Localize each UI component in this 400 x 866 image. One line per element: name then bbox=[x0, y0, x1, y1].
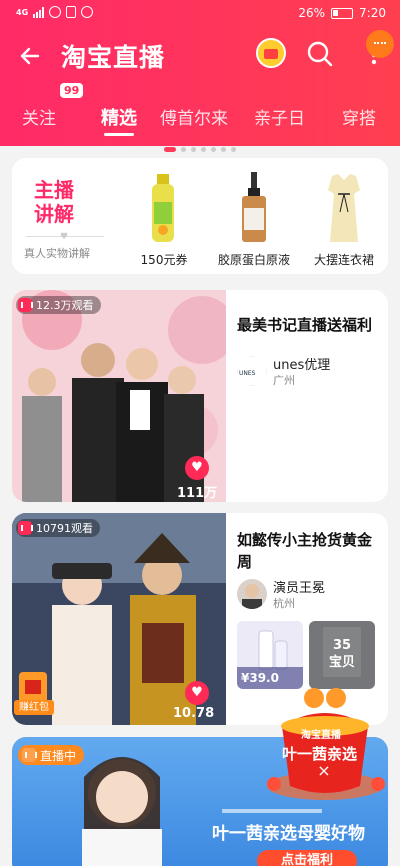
heart-icon: ♥ bbox=[60, 232, 69, 242]
title-bar: 淘宝直播 bbox=[0, 32, 400, 78]
tab-follow[interactable]: 关注 bbox=[22, 104, 56, 129]
heart-icon[interactable]: ♥ bbox=[185, 681, 209, 705]
live-status-badge: 直播中 bbox=[18, 745, 85, 765]
alarm-icon bbox=[49, 6, 62, 18]
anchor-explain-subtitle: 真人实物讲解 bbox=[24, 247, 90, 260]
live-cover: 12.3万观看 ♥ 111万 bbox=[12, 290, 226, 502]
host-name: 演员王冕 bbox=[273, 581, 326, 596]
channel-tabs: 关注 精选 傅首尔来 亲子日 穿搭 bbox=[0, 96, 400, 136]
product-label: 150元券 bbox=[140, 253, 188, 267]
live-card[interactable]: 12.3万观看 ♥ 111万 最美书记直播送福利 UNES unes优理 广州 bbox=[12, 290, 388, 502]
anchor-explain-title: 主播讲解 bbox=[34, 178, 78, 226]
more-goods-count: 35 bbox=[332, 638, 352, 653]
serum-bottle-image bbox=[242, 172, 266, 242]
floating-assist-icon[interactable] bbox=[366, 30, 394, 58]
floating-ad[interactable]: 淘宝直播 叶一茜亲选 × bbox=[260, 676, 390, 806]
network-label: 4G bbox=[16, 7, 29, 17]
live-status-text: 直播中 bbox=[40, 748, 77, 763]
tab-parenting-day[interactable]: 亲子日 bbox=[254, 104, 305, 129]
status-bar: 4G 26% 7:20 bbox=[0, 0, 400, 28]
host-location: 杭州 bbox=[273, 597, 295, 610]
floating-ad-image bbox=[267, 688, 385, 800]
live-icon bbox=[18, 521, 33, 535]
tab-outfits[interactable]: 穿搭 bbox=[342, 104, 376, 129]
avatar[interactable] bbox=[237, 579, 267, 609]
soap-bottle-image bbox=[152, 174, 174, 242]
like-count: 111万 bbox=[177, 486, 218, 501]
host-location: 广州 bbox=[273, 374, 295, 387]
svg-text:UNES: UNES bbox=[239, 370, 256, 377]
avatar[interactable]: UNES bbox=[237, 356, 267, 386]
live-cover: 10791观看 赚红包 ♥ 10.78万 bbox=[12, 513, 226, 725]
live-icon bbox=[18, 298, 33, 312]
promo-slogan: 叶一茜亲选母婴好物 bbox=[212, 824, 365, 844]
host-name: unes优理 bbox=[273, 358, 331, 373]
tab-featured[interactable]: 精选 bbox=[101, 104, 137, 130]
gift-icon[interactable] bbox=[256, 38, 286, 68]
product-collagen[interactable]: 胶原蛋白原液 bbox=[214, 166, 294, 274]
anchor-explain-title-text: 主播讲解 bbox=[34, 178, 74, 226]
battery-percent: 26% bbox=[298, 6, 326, 20]
anchor-explain-card[interactable]: 主播讲解 ♥ 真人实物讲解 150元券 胶原蛋白原液 大摆连衣裙 bbox=[12, 158, 388, 274]
heart-icon[interactable]: ♥ bbox=[185, 456, 209, 480]
vibrate-icon bbox=[66, 6, 77, 18]
wechat-icon bbox=[81, 6, 94, 18]
page-title: 淘宝直播 bbox=[61, 43, 166, 72]
more-goods-label: 宝贝 bbox=[328, 655, 355, 670]
active-tab-indicator bbox=[104, 133, 134, 136]
product-dress[interactable]: 大摆连衣裙 bbox=[304, 166, 384, 274]
back-arrow-icon[interactable] bbox=[16, 42, 44, 70]
search-icon[interactable] bbox=[306, 40, 334, 68]
header: 4G 26% 7:20 淘宝直播 99 关注 精选 傅首尔来 亲子日 穿搭 bbox=[0, 0, 400, 146]
like-count: 10.78万 bbox=[173, 706, 215, 721]
live-icon bbox=[22, 748, 37, 762]
product-label: 胶原蛋白原液 bbox=[217, 253, 290, 267]
red-packet-label[interactable]: 赚红包 bbox=[14, 700, 54, 715]
product-label: 大摆连衣裙 bbox=[313, 253, 374, 267]
clock: 7:20 bbox=[359, 6, 386, 20]
close-icon[interactable]: × bbox=[317, 763, 331, 779]
viewer-count: 12.3万观看 bbox=[16, 296, 101, 314]
floating-ad-brand: 淘宝直播 bbox=[301, 730, 341, 741]
live-title: 最美书记直播送福利 bbox=[237, 316, 373, 334]
live-title: 如懿传小主抢货黄金周 bbox=[237, 531, 373, 571]
viewer-count-text: 12.3万观看 bbox=[36, 299, 94, 312]
viewer-count: 10791观看 bbox=[16, 519, 100, 537]
promo-cta-button[interactable]: 点击福利 bbox=[257, 850, 357, 866]
signal-icon bbox=[33, 6, 45, 18]
carousel-indicator bbox=[0, 147, 400, 153]
viewer-count-text: 10791观看 bbox=[36, 522, 93, 535]
battery-icon bbox=[331, 7, 354, 19]
dress-image bbox=[328, 174, 360, 242]
product-coupon[interactable]: 150元券 bbox=[124, 166, 204, 274]
tab-fushouer[interactable]: 傅首尔来 bbox=[160, 104, 228, 129]
